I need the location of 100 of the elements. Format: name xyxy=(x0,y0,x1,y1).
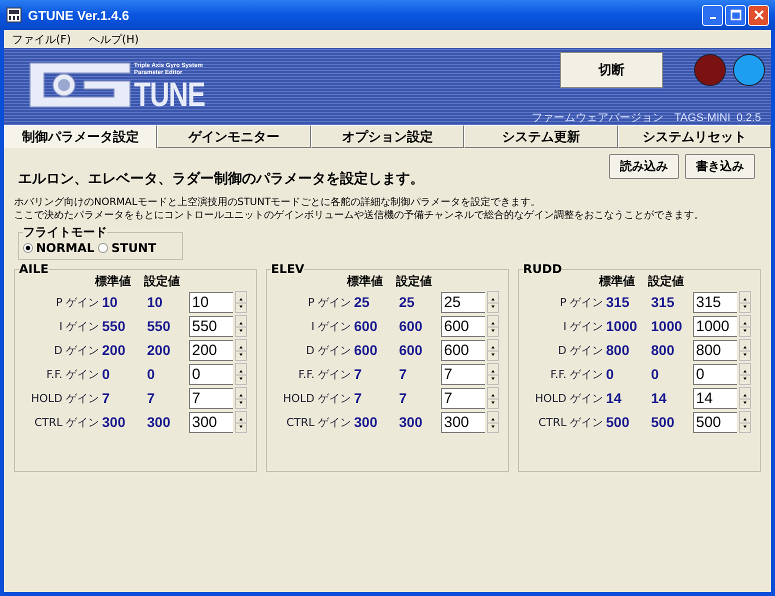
value-field[interactable]: 200 xyxy=(189,340,233,360)
value-field[interactable]: 315 xyxy=(693,292,737,312)
value-field[interactable]: 300 xyxy=(189,412,233,432)
action-button[interactable]: 読み込み xyxy=(609,154,679,179)
setting-value: 14 xyxy=(650,390,668,406)
minimize-button[interactable] xyxy=(702,4,723,26)
radio-option[interactable]: NORMAL xyxy=(23,241,94,255)
menu-item[interactable]: ファイル(F) xyxy=(10,32,73,46)
gain-label: F.F. ゲイン xyxy=(297,366,351,382)
spinner-control[interactable] xyxy=(487,387,499,409)
setting-value: 600 xyxy=(398,342,424,358)
value-field[interactable]: 0 xyxy=(693,364,737,384)
spinner-control[interactable] xyxy=(487,363,499,385)
value-field[interactable]: 500 xyxy=(693,412,737,432)
setting-value: 7 xyxy=(398,390,408,406)
logo-text: TUNE xyxy=(134,77,205,113)
firmware-version: ファームウェアバージョン TAGS-MINI 0.2.5 xyxy=(531,111,761,125)
gain-label: D ゲイン xyxy=(53,342,99,358)
spinner-control[interactable] xyxy=(739,411,751,433)
gain-label: I ゲイン xyxy=(58,318,99,334)
spinner-control[interactable] xyxy=(487,315,499,337)
maximize-icon xyxy=(730,9,742,21)
spinner-control[interactable] xyxy=(739,315,751,337)
spinner-control[interactable] xyxy=(235,291,247,313)
standard-value: 315 xyxy=(605,294,630,310)
setting-value: 550 xyxy=(146,318,172,334)
tab[interactable]: ゲインモニター xyxy=(157,125,311,148)
value-field[interactable]: 0 xyxy=(189,364,233,384)
value-field[interactable]: 7 xyxy=(441,388,485,408)
standard-value: 600 xyxy=(353,342,378,358)
setting-value: 500 xyxy=(650,414,676,430)
app-icon xyxy=(6,7,22,23)
spinner-control[interactable] xyxy=(739,339,751,361)
column-header: 標準値 xyxy=(347,273,383,290)
spinner-control[interactable] xyxy=(487,411,499,433)
value-field[interactable]: 7 xyxy=(441,364,485,384)
disconnect-button[interactable]: 切断 xyxy=(560,52,663,88)
standard-value: 0 xyxy=(101,366,111,382)
group-title: AILE xyxy=(19,262,49,276)
standard-value: 200 xyxy=(101,342,126,358)
standard-value: 7 xyxy=(353,390,363,406)
radio-option[interactable]: STUNT xyxy=(98,241,156,255)
group-title: RUDD xyxy=(523,262,562,276)
spinner-control[interactable] xyxy=(235,411,247,433)
description-text: ここで決めたパラメータをもとにコントロールユニットのゲインボリュームや送信機の予備チャンネルで総合的なゲイン調整をおこなうことができます。 xyxy=(13,209,705,222)
value-field[interactable]: 1000 xyxy=(693,316,737,336)
gain-label: CTRL ゲイン xyxy=(285,414,351,430)
spinner-control[interactable] xyxy=(235,315,247,337)
close-button[interactable] xyxy=(748,4,769,26)
standard-value: 10 xyxy=(101,294,119,310)
tab[interactable]: 制御パラメータ設定 xyxy=(4,125,158,148)
standard-value: 1000 xyxy=(605,318,638,334)
value-field[interactable]: 25 xyxy=(441,292,485,312)
setting-value: 600 xyxy=(398,318,424,334)
value-field[interactable]: 800 xyxy=(693,340,737,360)
gain-label: HOLD ゲイン xyxy=(30,390,99,406)
close-icon xyxy=(752,9,764,21)
gain-label: I ゲイン xyxy=(562,318,603,334)
gain-label: P ゲイン xyxy=(54,294,99,310)
value-field[interactable]: 14 xyxy=(693,388,737,408)
spinner-control[interactable] xyxy=(235,387,247,409)
window-title: GTUNE Ver.1.4.6 xyxy=(28,8,130,22)
standard-value: 25 xyxy=(353,294,371,310)
gain-label: P ゲイン xyxy=(306,294,351,310)
standard-value: 0 xyxy=(605,366,615,382)
standard-value: 550 xyxy=(101,318,126,334)
standard-value: 14 xyxy=(605,390,623,406)
standard-value: 500 xyxy=(605,414,630,430)
standard-value: 300 xyxy=(353,414,378,430)
tab[interactable]: オプション設定 xyxy=(310,125,464,148)
setting-value: 0 xyxy=(650,366,660,382)
menu-item[interactable]: ヘルプ(H) xyxy=(86,32,141,46)
gain-label: D ゲイン xyxy=(305,342,351,358)
spinner-control[interactable] xyxy=(739,387,751,409)
value-field[interactable]: 600 xyxy=(441,340,485,360)
spinner-control[interactable] xyxy=(739,363,751,385)
value-field[interactable]: 600 xyxy=(441,316,485,336)
value-field[interactable]: 10 xyxy=(189,292,233,312)
spinner-control[interactable] xyxy=(235,339,247,361)
standard-value: 600 xyxy=(353,318,378,334)
spinner-control[interactable] xyxy=(739,291,751,313)
action-button[interactable]: 書き込み xyxy=(685,154,755,179)
tab[interactable]: システム更新 xyxy=(464,125,618,148)
value-field[interactable]: 550 xyxy=(189,316,233,336)
gain-label: CTRL ゲイン xyxy=(33,414,99,430)
maximize-button[interactable] xyxy=(725,4,746,26)
tab[interactable]: システムリセット xyxy=(618,125,772,148)
spinner-control[interactable] xyxy=(235,363,247,385)
setting-value: 315 xyxy=(650,294,676,310)
setting-value: 800 xyxy=(650,342,676,358)
value-field[interactable]: 7 xyxy=(189,388,233,408)
spinner-control[interactable] xyxy=(487,291,499,313)
standard-value: 7 xyxy=(101,390,111,406)
setting-value: 25 xyxy=(398,294,416,310)
column-header: 設定値 xyxy=(144,273,180,290)
spinner-control[interactable] xyxy=(487,339,499,361)
setting-value: 1000 xyxy=(650,318,684,334)
value-field[interactable]: 300 xyxy=(441,412,485,432)
column-header: 設定値 xyxy=(396,273,432,290)
setting-value: 300 xyxy=(398,414,424,430)
